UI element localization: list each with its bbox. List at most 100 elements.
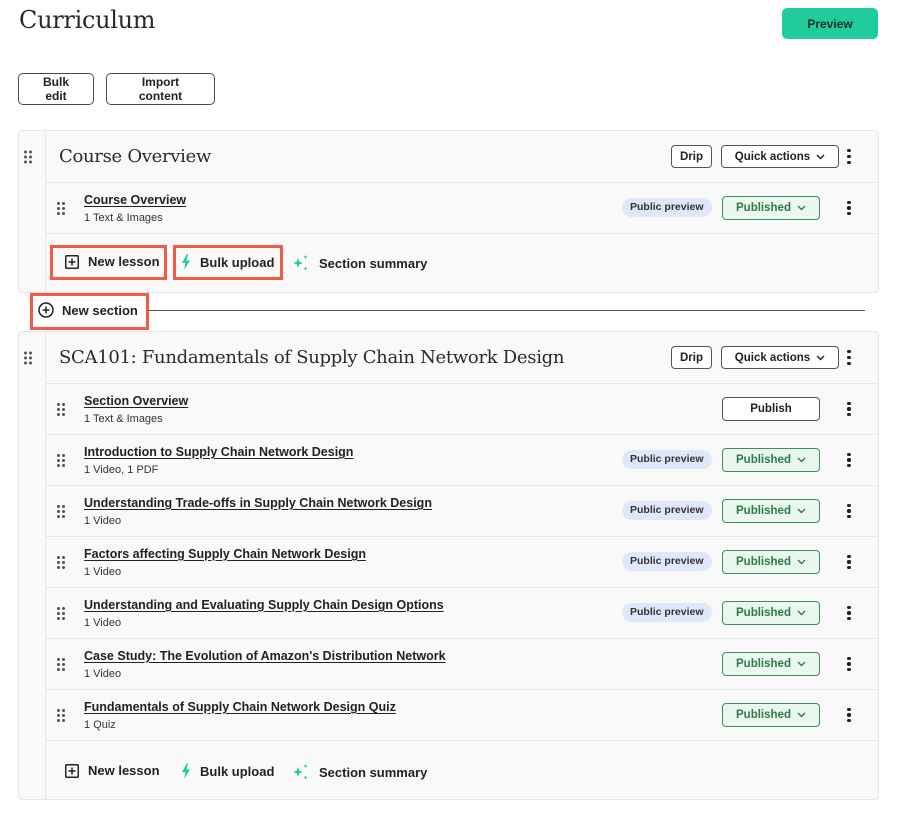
more-vertical-icon[interactable] xyxy=(843,501,855,521)
plus-square-icon xyxy=(65,763,79,778)
lesson-row: Introduction to Supply Chain Network Des… xyxy=(46,435,878,486)
section-handle-column xyxy=(19,332,46,799)
section-header: Course Overview Drip Quick actions xyxy=(24,131,878,183)
more-vertical-icon[interactable] xyxy=(843,399,855,419)
lesson-row: Factors affecting Supply Chain Network D… xyxy=(46,537,878,588)
lesson-content-summary: 1 Video xyxy=(84,617,122,629)
lesson-row: Course Overview 1 Text & Images Public p… xyxy=(46,183,878,234)
section-title: Course Overview xyxy=(59,146,212,167)
more-vertical-icon[interactable] xyxy=(843,198,855,218)
published-status-dropdown[interactable]: Published xyxy=(722,550,820,574)
section-summary-button[interactable]: Section summary xyxy=(292,763,427,781)
more-vertical-icon[interactable] xyxy=(843,552,855,572)
new-section-divider xyxy=(148,310,865,311)
lesson-content-summary: 1 Video, 1 PDF xyxy=(84,464,159,476)
lesson-title-link[interactable]: Fundamentals of Supply Chain Network Des… xyxy=(84,700,396,714)
drag-handle-icon[interactable] xyxy=(57,202,65,215)
drip-button[interactable]: Drip xyxy=(671,346,712,369)
lesson-row: Case Study: The Evolution of Amazon's Di… xyxy=(46,639,878,690)
lesson-title-link[interactable]: Introduction to Supply Chain Network Des… xyxy=(84,445,353,459)
more-vertical-icon[interactable] xyxy=(843,147,855,167)
lesson-content-summary: 1 Video xyxy=(84,515,122,527)
bulk-upload-button[interactable]: Bulk upload xyxy=(181,763,274,779)
highlight-new-lesson xyxy=(50,245,167,280)
lesson-content-summary: 1 Quiz xyxy=(84,719,116,731)
lesson-title-link[interactable]: Factors affecting Supply Chain Network D… xyxy=(84,547,366,561)
sparkle-icon xyxy=(293,764,308,780)
plus-circle-icon xyxy=(38,302,54,318)
status-label: Published xyxy=(736,709,791,721)
published-status-dropdown[interactable]: Published xyxy=(722,601,820,625)
quick-actions-label: Quick actions xyxy=(734,150,811,163)
drag-handle-icon[interactable] xyxy=(57,658,65,671)
chevron-down-icon xyxy=(816,154,825,159)
public-preview-badge: Public preview xyxy=(622,198,712,217)
status-label: Published xyxy=(736,505,791,517)
chevron-down-icon xyxy=(797,457,806,463)
lesson-row: Understanding Trade-offs in Supply Chain… xyxy=(46,486,878,537)
quick-actions-button[interactable]: Quick actions xyxy=(721,145,839,168)
section-header: SCA101: Fundamentals of Supply Chain Net… xyxy=(24,332,878,384)
lesson-content-summary: 1 Video xyxy=(84,566,122,578)
published-status-dropdown[interactable]: Published xyxy=(722,499,820,523)
import-content-button[interactable]: Import content xyxy=(106,73,215,105)
new-lesson-label: New lesson xyxy=(88,763,160,778)
chevron-down-icon xyxy=(816,355,825,360)
new-lesson-button[interactable]: New lesson xyxy=(65,763,160,778)
lesson-list: Section Overview 1 Text & Images Publish In… xyxy=(46,384,878,741)
lightning-icon xyxy=(182,763,190,779)
drag-handle-icon[interactable] xyxy=(24,150,32,163)
public-preview-badge: Public preview xyxy=(622,603,712,622)
lesson-row: Section Overview 1 Text & Images Publish xyxy=(46,384,878,435)
new-section-button[interactable]: New section xyxy=(38,302,138,318)
section-summary-label: Section summary xyxy=(319,255,428,271)
drag-handle-icon[interactable] xyxy=(57,607,65,620)
published-status-dropdown[interactable]: Published xyxy=(722,448,820,472)
status-label: Published xyxy=(736,454,791,466)
chevron-down-icon xyxy=(797,610,806,616)
published-status-dropdown[interactable]: Published xyxy=(722,703,820,727)
public-preview-badge: Public preview xyxy=(622,450,712,469)
quick-actions-label: Quick actions xyxy=(734,351,811,364)
drip-button[interactable]: Drip xyxy=(671,145,712,168)
lesson-title-link[interactable]: Understanding and Evaluating Supply Chai… xyxy=(84,598,444,612)
drag-handle-icon[interactable] xyxy=(24,351,32,364)
chevron-down-icon xyxy=(797,508,806,514)
publish-button[interactable]: Publish xyxy=(722,397,820,421)
bulk-edit-button[interactable]: Bulk edit xyxy=(18,73,94,105)
more-vertical-icon[interactable] xyxy=(843,705,855,725)
section-title: SCA101: Fundamentals of Supply Chain Net… xyxy=(59,347,565,368)
status-label: Published xyxy=(736,607,791,619)
published-status-dropdown[interactable]: Published xyxy=(722,196,820,220)
status-label: Published xyxy=(736,556,791,568)
published-status-dropdown[interactable]: Published xyxy=(722,652,820,676)
drag-handle-icon[interactable] xyxy=(57,403,65,416)
status-label: Published xyxy=(736,658,791,670)
lesson-row: Understanding and Evaluating Supply Chai… xyxy=(46,588,878,639)
page-title: Curriculum xyxy=(19,6,156,34)
lesson-title-link[interactable]: Section Overview xyxy=(84,394,188,408)
more-vertical-icon[interactable] xyxy=(843,603,855,623)
sparkle-icon xyxy=(293,255,308,271)
chevron-down-icon xyxy=(797,205,806,211)
section-summary-button[interactable]: Section summary xyxy=(292,254,427,272)
chevron-down-icon xyxy=(797,712,806,718)
quick-actions-button[interactable]: Quick actions xyxy=(721,346,839,369)
highlight-bulk-upload xyxy=(173,245,283,280)
lesson-title-link[interactable]: Course Overview xyxy=(84,193,186,207)
more-vertical-icon[interactable] xyxy=(843,348,855,368)
preview-button[interactable]: Preview xyxy=(782,8,878,39)
drag-handle-icon[interactable] xyxy=(57,454,65,467)
more-vertical-icon[interactable] xyxy=(843,450,855,470)
lesson-title-link[interactable]: Case Study: The Evolution of Amazon's Di… xyxy=(84,649,446,663)
more-vertical-icon[interactable] xyxy=(843,654,855,674)
chevron-down-icon xyxy=(797,559,806,565)
drag-handle-icon[interactable] xyxy=(57,505,65,518)
lesson-row: Fundamentals of Supply Chain Network Des… xyxy=(46,690,878,741)
lesson-title-link[interactable]: Understanding Trade-offs in Supply Chain… xyxy=(84,496,432,510)
lesson-content-summary: 1 Text & Images xyxy=(84,212,163,224)
drag-handle-icon[interactable] xyxy=(57,556,65,569)
drag-handle-icon[interactable] xyxy=(57,709,65,722)
status-label: Published xyxy=(736,202,791,214)
section-footer: New lesson Bulk upload Section summary xyxy=(46,234,878,292)
